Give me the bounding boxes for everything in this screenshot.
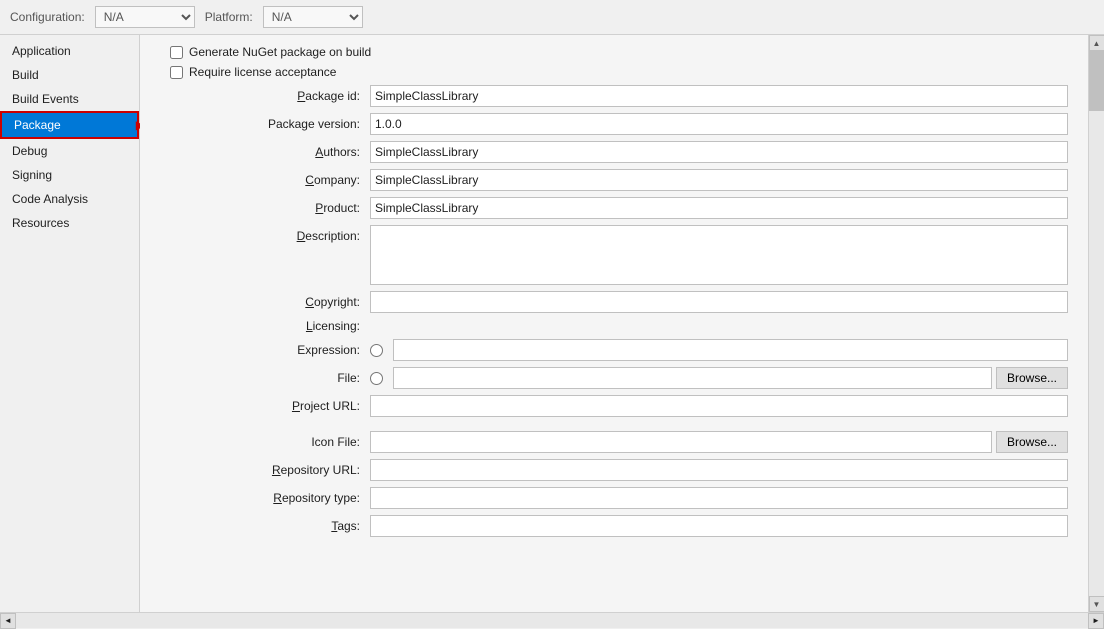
require-license-row: Require license acceptance bbox=[160, 65, 1068, 79]
icon-file-input[interactable] bbox=[370, 431, 992, 453]
tags-input[interactable] bbox=[370, 515, 1068, 537]
content-wrapper: Generate NuGet package on build Require … bbox=[140, 35, 1104, 612]
icon-file-browse-button[interactable]: Browse... bbox=[996, 431, 1068, 453]
require-license-label: Require license acceptance bbox=[189, 65, 336, 79]
file-radio[interactable] bbox=[370, 372, 383, 385]
sidebar-item-application[interactable]: Application bbox=[0, 39, 139, 63]
repository-url-label: Repository URL: bbox=[160, 463, 370, 477]
icon-file-row: Icon File: Browse... bbox=[160, 431, 1068, 453]
repository-type-label: Repository type: bbox=[160, 491, 370, 505]
product-input[interactable] bbox=[370, 197, 1068, 219]
scroll-thumb[interactable] bbox=[1089, 51, 1104, 111]
sidebar-item-build[interactable]: Build bbox=[0, 63, 139, 87]
configuration-label: Configuration: bbox=[10, 10, 85, 24]
repository-type-input[interactable] bbox=[370, 487, 1068, 509]
copyright-label: Copyright: bbox=[160, 295, 370, 309]
sidebar: Application Build Build Events Package D… bbox=[0, 35, 140, 612]
package-version-input[interactable] bbox=[370, 113, 1068, 135]
package-id-label: Package id: bbox=[160, 89, 370, 103]
description-label: Description: bbox=[160, 225, 370, 243]
authors-row: Authors: bbox=[160, 141, 1068, 163]
sidebar-item-code-analysis[interactable]: Code Analysis bbox=[0, 187, 139, 211]
main-content: Application Build Build Events Package D… bbox=[0, 35, 1104, 612]
copyright-row: Copyright: bbox=[160, 291, 1068, 313]
scroll-track bbox=[1089, 51, 1104, 596]
project-url-input[interactable] bbox=[370, 395, 1068, 417]
generate-nuget-checkbox[interactable] bbox=[170, 46, 183, 59]
expression-row: Expression: bbox=[160, 339, 1068, 361]
scroll-up-button[interactable]: ▲ bbox=[1089, 35, 1104, 51]
company-label: Company: bbox=[160, 173, 370, 187]
icon-file-label: Icon File: bbox=[160, 435, 370, 449]
expression-label: Expression: bbox=[160, 343, 370, 357]
sidebar-item-debug[interactable]: Debug bbox=[0, 139, 139, 163]
platform-label: Platform: bbox=[205, 10, 253, 24]
authors-label: Authors: bbox=[160, 145, 370, 159]
generate-nuget-label: Generate NuGet package on build bbox=[189, 45, 371, 59]
description-textarea[interactable] bbox=[370, 225, 1068, 285]
h-scroll-track bbox=[16, 613, 1088, 628]
tags-label: Tags: bbox=[160, 519, 370, 533]
content-area: Generate NuGet package on build Require … bbox=[140, 35, 1088, 612]
file-label: File: bbox=[160, 371, 370, 385]
file-browse-button[interactable]: Browse... bbox=[996, 367, 1068, 389]
package-version-row: Package version: bbox=[160, 113, 1068, 135]
scroll-down-button[interactable]: ▼ bbox=[1089, 596, 1104, 612]
repository-url-row: Repository URL: bbox=[160, 459, 1068, 481]
sidebar-item-resources[interactable]: Resources bbox=[0, 211, 139, 235]
configuration-select[interactable]: N/A bbox=[95, 6, 195, 28]
sidebar-item-signing[interactable]: Signing bbox=[0, 163, 139, 187]
expression-input[interactable] bbox=[393, 339, 1068, 361]
licensing-row: Licensing: bbox=[160, 319, 1068, 333]
licensing-label: Licensing: bbox=[160, 319, 370, 333]
sidebar-item-build-events[interactable]: Build Events bbox=[0, 87, 139, 111]
platform-select[interactable]: N/A bbox=[263, 6, 363, 28]
scroll-left-button[interactable]: ◄ bbox=[0, 613, 16, 629]
require-license-checkbox[interactable] bbox=[170, 66, 183, 79]
vertical-scrollbar[interactable]: ▲ ▼ bbox=[1088, 35, 1104, 612]
package-id-input[interactable] bbox=[370, 85, 1068, 107]
horizontal-scrollbar[interactable]: ◄ ► bbox=[0, 612, 1104, 628]
project-url-row: Project URL: bbox=[160, 395, 1068, 417]
generate-nuget-row: Generate NuGet package on build bbox=[160, 45, 1068, 59]
project-url-label: Project URL: bbox=[160, 399, 370, 413]
package-id-row: Package id: bbox=[160, 85, 1068, 107]
sidebar-item-package[interactable]: Package bbox=[0, 111, 139, 139]
file-row: File: Browse... bbox=[160, 367, 1068, 389]
product-label: Product: bbox=[160, 201, 370, 215]
copyright-input[interactable] bbox=[370, 291, 1068, 313]
tags-row: Tags: bbox=[160, 515, 1068, 537]
repository-type-row: Repository type: bbox=[160, 487, 1068, 509]
package-version-label: Package version: bbox=[160, 117, 370, 131]
scroll-right-button[interactable]: ► bbox=[1088, 613, 1104, 629]
company-row: Company: bbox=[160, 169, 1068, 191]
authors-input[interactable] bbox=[370, 141, 1068, 163]
repository-url-input[interactable] bbox=[370, 459, 1068, 481]
expression-radio[interactable] bbox=[370, 344, 383, 357]
top-bar: Configuration: N/A Platform: N/A bbox=[0, 0, 1104, 35]
file-input[interactable] bbox=[393, 367, 992, 389]
description-row: Description: bbox=[160, 225, 1068, 285]
product-row: Product: bbox=[160, 197, 1068, 219]
company-input[interactable] bbox=[370, 169, 1068, 191]
